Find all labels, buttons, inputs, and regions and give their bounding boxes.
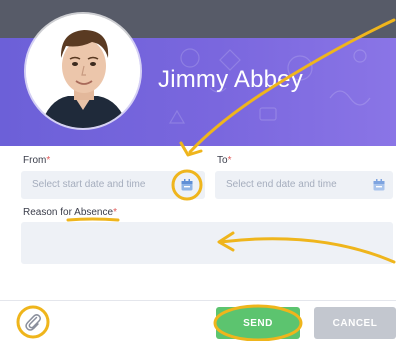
reason-textarea[interactable] <box>21 222 393 264</box>
student-name: Jimmy Abbey <box>158 66 303 93</box>
from-label: From* <box>23 155 50 166</box>
from-label-text: From <box>23 155 47 166</box>
cancel-button[interactable]: CANCEL <box>314 307 396 339</box>
start-date-field[interactable]: Select start date and time <box>21 171 205 199</box>
end-date-placeholder: Select end date and time <box>226 179 337 190</box>
end-date-field[interactable]: Select end date and time <box>215 171 393 199</box>
absence-request-screen: Jimmy Abbey From* Select start date and … <box>0 0 396 341</box>
to-label: To* <box>217 155 231 166</box>
reason-label-text: Reason for Absence <box>23 207 114 218</box>
from-required-marker: * <box>46 155 51 166</box>
paperclip-icon <box>25 314 42 331</box>
calendar-icon[interactable] <box>180 178 194 192</box>
send-button[interactable]: SEND <box>216 307 300 339</box>
reason-required-marker: * <box>113 207 117 218</box>
to-label-text: To <box>217 155 228 166</box>
attach-button[interactable] <box>18 307 48 337</box>
annotation-underline-reason <box>66 217 120 222</box>
reason-label: Reason for Absence* <box>23 207 117 218</box>
footer-divider <box>0 300 396 301</box>
calendar-icon[interactable] <box>372 178 386 192</box>
start-date-placeholder: Select start date and time <box>32 179 146 190</box>
to-required-marker: * <box>227 155 232 166</box>
student-avatar <box>26 14 140 128</box>
